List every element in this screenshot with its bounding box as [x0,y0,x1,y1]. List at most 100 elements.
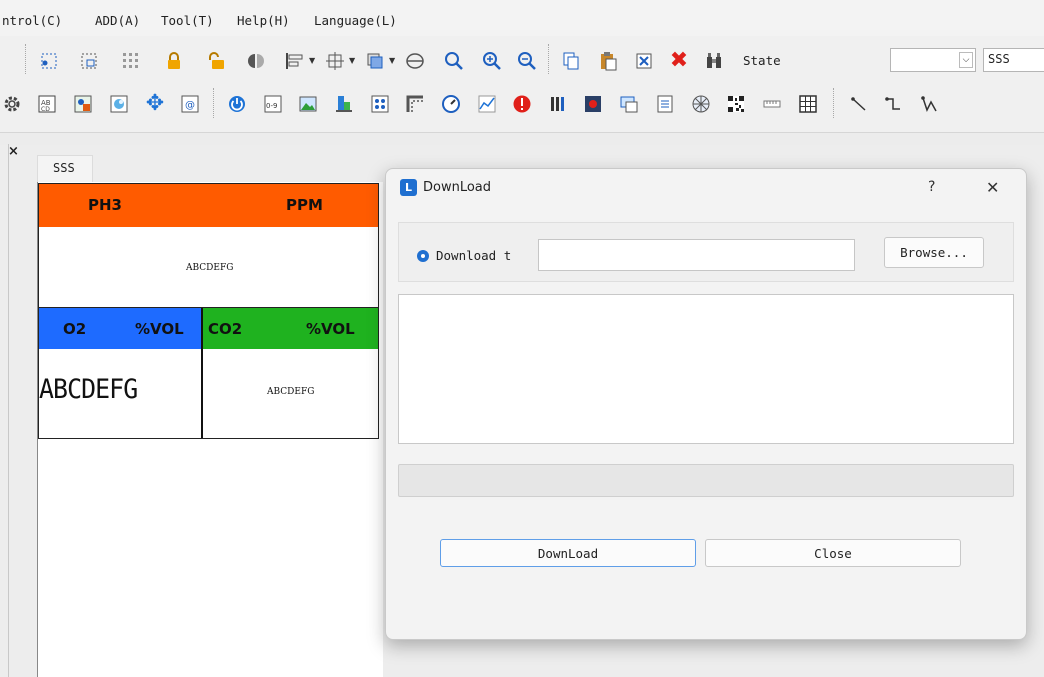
progress-bar [398,464,1014,497]
bar-stack-icon[interactable] [333,93,355,115]
chevron-down-icon[interactable]: ▼ [389,56,395,65]
menu-add[interactable]: ADD(A) [95,13,140,28]
zoom-out-icon[interactable] [516,50,538,72]
flip-icon[interactable] [404,50,426,72]
path-icon[interactable] [918,93,940,115]
gas-panel[interactable]: PH3 PPM ABCDEFG O2 %VOL CO2 %VOL ABCDEFG… [38,183,379,439]
table-icon[interactable] [797,93,819,115]
image-icon[interactable] [297,93,319,115]
close-button[interactable]: Close [705,539,961,567]
left-pane-edge [8,144,9,677]
paste-icon[interactable] [597,50,619,72]
download-dialog: L DownLoad ? ✕ Download t Browse... Down… [385,168,1027,640]
o2-header: O2 %VOL [39,308,202,349]
wheel-icon[interactable] [690,93,712,115]
co2-value: ABCDEFG [267,387,315,397]
close-tab-icon[interactable]: × [8,144,19,159]
chevron-down-icon[interactable]: ▼ [349,56,355,65]
close-icon[interactable]: ✕ [986,178,999,197]
zoom-fit-icon[interactable] [443,50,465,72]
o2-value-area: ABCDEFG [39,374,201,414]
mirror-icon[interactable] [245,50,267,72]
ph3-value-area: ABCDEFG [39,227,378,307]
co2-unit-label: %VOL [306,320,355,338]
toolbar-grip [25,44,28,74]
svg-text:@: @ [185,100,195,111]
state-select[interactable]: ⌵ [890,48,976,72]
power-icon[interactable] [226,93,248,115]
download-button[interactable]: DownLoad [440,539,696,567]
unlock-icon[interactable] [205,50,227,72]
corner-icon[interactable] [404,93,426,115]
alarm-icon[interactable] [511,93,533,115]
co2-header: CO2 %VOL [202,308,378,349]
state-label: State [743,53,781,68]
document-icon[interactable] [654,93,676,115]
o2-unit-label: %VOL [135,320,184,338]
app-logo-icon: L [400,179,417,196]
radio-download[interactable] [417,250,429,262]
toolbar-grip [833,88,836,118]
grid-icon[interactable] [120,50,142,72]
svg-text:0-9: 0-9 [266,102,277,110]
select-area-icon[interactable] [78,50,100,72]
bars-icon[interactable] [547,93,569,115]
dots-icon[interactable] [369,93,391,115]
binoculars-icon[interactable] [703,50,725,72]
monitor-icon[interactable] [618,93,640,115]
copy-icon[interactable] [560,50,582,72]
toolbar-grip [213,88,216,118]
zoom-in-icon[interactable] [481,50,503,72]
chevron-down-icon[interactable]: ⌵ [959,52,973,68]
line-icon[interactable] [848,93,870,115]
move-icon[interactable]: ✥ [144,93,166,115]
layer-icon[interactable] [364,50,386,72]
lock-icon[interactable] [163,50,185,72]
toolbar-row-2: AB CD ✥ @ 0-9 [0,84,1044,132]
help-button[interactable]: ? [928,179,935,195]
o2-value: ABCDEFG [39,374,138,405]
toolbar-row-1: ▼ ▼ ▼ ✖ State ⌵ SSS [0,36,1044,84]
divider [201,308,203,438]
o2-label: O2 [63,320,87,338]
polyline-icon[interactable] [883,93,905,115]
menu-bar: ntrol(C) ADD(A) Tool(T) Help(H) Language… [0,0,1044,36]
align-left-icon[interactable] [284,50,306,72]
chevron-down-icon[interactable]: ▼ [309,56,315,65]
project-select[interactable]: SSS [983,48,1044,72]
gauge-icon[interactable] [440,93,462,115]
picture-icon[interactable] [108,93,130,115]
cut-icon[interactable] [633,50,655,72]
menu-help[interactable]: Help(H) [237,13,290,28]
select-icon[interactable] [38,50,60,72]
ph3-label: PH3 [88,196,122,214]
toolbar-divider [0,132,1044,146]
number-icon[interactable]: 0-9 [262,93,284,115]
menu-language[interactable]: Language(L) [314,13,397,28]
menu-control[interactable]: ntrol(C) [2,13,62,28]
dialog-title: DownLoad [423,180,492,195]
log-textarea[interactable] [398,294,1014,444]
ph3-header: PH3 PPM [39,184,378,227]
radio-download-label: Download t [436,248,512,263]
tab-sss[interactable]: SSS [37,155,93,183]
ph3-value: ABCDEFG [186,263,234,273]
toolbar-grip [548,44,551,74]
center-icon[interactable] [324,50,346,72]
record-icon[interactable] [582,93,604,115]
svg-text:CD: CD [41,106,50,113]
co2-label: CO2 [208,320,243,338]
qr-icon[interactable] [725,93,747,115]
ppm-label: PPM [286,196,323,214]
scale-icon[interactable] [761,93,783,115]
at-icon[interactable]: @ [179,93,201,115]
menu-tool[interactable]: Tool(T) [161,13,214,28]
text-icon[interactable]: AB CD [36,93,58,115]
image-button-icon[interactable] [72,93,94,115]
browse-button[interactable]: Browse... [884,237,984,268]
gear-icon[interactable] [1,93,23,115]
tab-label: SSS [53,161,75,175]
path-input[interactable] [538,239,855,271]
trend-icon[interactable] [476,93,498,115]
delete-icon[interactable]: ✖ [668,50,690,72]
